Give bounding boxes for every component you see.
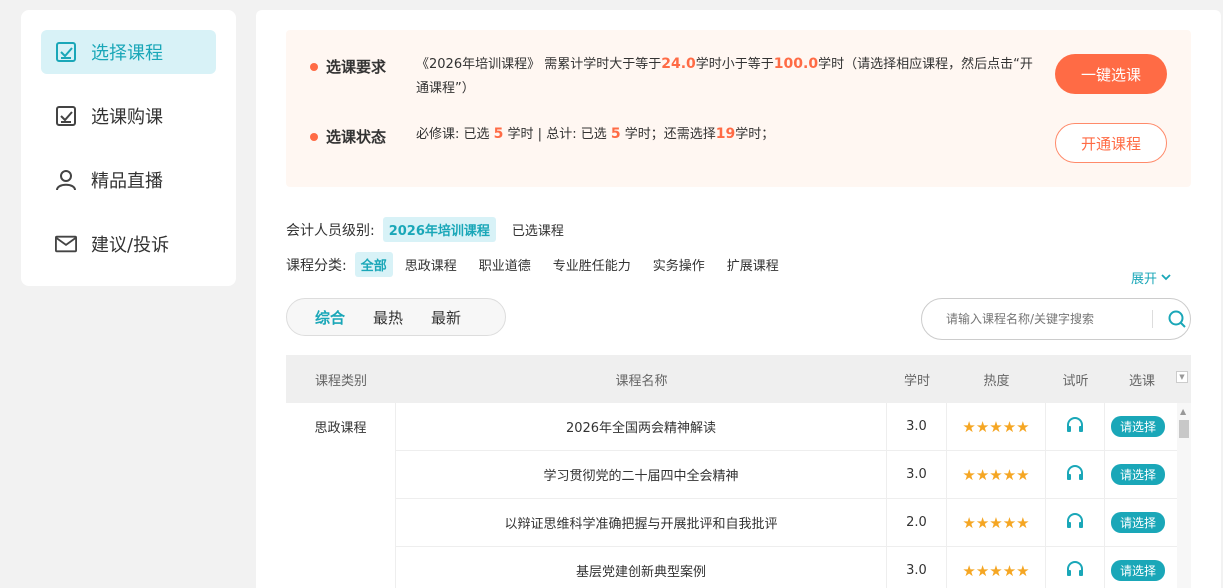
search-icon[interactable] [1167,309,1187,329]
rating-stars: ★★★★★ [962,417,1030,436]
requirement-min-hours: 24.0 [661,56,696,72]
level-option-2026[interactable]: 2026年培训课程 [382,217,496,242]
header-select: 选课 [1129,373,1156,389]
sidebar-item-label: 建议/投诉 [91,235,170,256]
category-option-competence[interactable]: 专业胜任能力 [547,252,637,277]
sidebar-item-label: 选择课程 [91,43,163,64]
expand-label: 展开 [1130,272,1157,287]
requirement-row: 选课要求 《2026年培训课程》 需累计学时大于等于24.0学时小于等于100.… [310,56,1036,101]
table-body: 思政课程 2026年全国两会精神解读 3.0 ★★★★★ 请选择 学习贯彻党的二… [286,403,1191,588]
one-click-select-button[interactable]: 一键选课 [1055,54,1167,94]
course-hours: 3.0 [887,403,947,451]
chevron-down-icon [1161,270,1171,285]
header-category: 课程类别 [314,373,367,389]
sidebar-item-live[interactable]: 精品直播 [41,158,216,202]
table-row: 学习贯彻党的二十届四中全会精神 3.0 ★★★★★ 请选择 [286,451,1191,499]
course-hours: 3.0 [887,547,947,588]
requirement-mid: 学时小于等于 [695,57,774,72]
category-option-practice[interactable]: 实务操作 [647,252,711,277]
category-filter: 课程分类: 全部 思政课程 职业道德 专业胜任能力 实务操作 扩展课程 [286,252,795,277]
status-label-b: 学时 | 总计: 已选 [507,127,607,142]
sort-tabs: 综合 最热 最新 [286,298,506,336]
sidebar-item-label: 选课购课 [91,107,163,128]
tab-hottest[interactable]: 最热 [373,307,403,328]
main-panel: 选课要求 《2026年培训课程》 需累计学时大于等于24.0学时小于等于100.… [256,10,1221,588]
table-row: 2026年全国两会精神解读 3.0 ★★★★★ 请选择 [286,403,1191,451]
search-box [921,298,1191,340]
search-divider [1152,310,1153,328]
select-course-button[interactable]: 请选择 [1111,560,1166,581]
status-title: 选课状态 [326,128,387,146]
scroll-thumb[interactable] [1179,420,1189,438]
header-preview: 试听 [1062,373,1089,389]
bullet-dot [310,133,318,141]
category-option-politics[interactable]: 思政课程 [399,252,463,277]
status-label-c: 学时；还需选择 [624,127,716,142]
level-filter: 会计人员级别: 2026年培训课程 已选课程 [286,217,580,242]
status-remaining: 19 [715,126,736,142]
search-input[interactable] [946,312,1146,326]
category-option-all[interactable]: 全部 [354,252,393,277]
course-name[interactable]: 以辩证思维科学准确把握与开展批评和自我批评 [396,499,887,547]
select-course-button[interactable]: 请选择 [1111,464,1166,485]
mail-icon [55,233,77,255]
scroll-up-arrow-icon[interactable]: ▲ [1180,407,1186,416]
requirement-title: 选课要求 [326,58,387,76]
sidebar-item-label: 精品直播 [91,171,163,192]
rating-stars: ★★★★★ [962,561,1030,580]
headphones-icon[interactable] [1066,512,1084,534]
level-filter-label: 会计人员级别: [286,222,375,239]
header-popularity: 热度 [983,373,1010,389]
course-table: 课程类别 课程名称 学时 热度 试听 选课 ▼ 思政课程 2026年全国两会精神… [286,355,1191,588]
open-course-button[interactable]: 开通课程 [1055,123,1167,163]
user-icon [55,169,77,191]
status-total-selected: 5 [610,126,621,142]
header-name: 课程名称 [615,373,668,389]
tab-newest[interactable]: 最新 [431,307,461,328]
headphones-icon[interactable] [1066,416,1084,438]
sidebar-item-purchase-course[interactable]: 选课购课 [41,94,216,138]
header-hours: 学时 [903,373,930,389]
status-required-selected: 5 [493,126,504,142]
select-course-button[interactable]: 请选择 [1111,512,1166,533]
table-row: 基层党建创新典型案例 3.0 ★★★★★ 请选择 [286,547,1191,588]
status-label-a: 必修课: 已选 [416,127,490,142]
status-row: 选课状态 必修课: 已选 5 学时 | 总计: 已选 5 学时；还需选择19学时… [310,126,1036,147]
requirement-box: 选课要求 《2026年培训课程》 需累计学时大于等于24.0学时小于等于100.… [286,30,1191,187]
rating-stars: ★★★★★ [962,465,1030,484]
level-option-selected[interactable]: 已选课程 [506,217,570,242]
category-filter-label: 课程分类: [286,257,347,274]
headphones-icon[interactable] [1066,560,1084,582]
tab-comprehensive[interactable]: 综合 [315,307,345,328]
sidebar-item-feedback[interactable]: 建议/投诉 [41,222,216,266]
course-name[interactable]: 基层党建创新典型案例 [396,547,887,588]
status-label-d: 学时； [735,127,775,142]
expand-toggle[interactable]: 展开 [1131,268,1171,287]
sidebar-item-select-course[interactable]: 选择课程 [41,30,216,74]
requirement-max-hours: 100.0 [773,56,819,72]
category-cell: 思政课程 [286,403,396,588]
course-name[interactable]: 2026年全国两会精神解读 [396,403,887,451]
table-scrollbar[interactable]: ▲ [1177,403,1191,588]
bullet-dot [310,63,318,71]
checkbox-icon [55,105,77,127]
course-hours: 2.0 [887,499,947,547]
category-option-extension[interactable]: 扩展课程 [721,252,785,277]
sidebar: 选择课程 选课购课 精品直播 建议/投诉 [21,10,236,286]
rating-stars: ★★★★★ [962,513,1030,532]
course-name[interactable]: 学习贯彻党的二十届四中全会精神 [396,451,887,499]
requirement-text: 《2026年培训课程》 需累计学时大于等于24.0学时小于等于100.0学时（请… [416,52,1036,101]
category-option-ethics[interactable]: 职业道德 [473,252,537,277]
headphones-icon[interactable] [1066,464,1084,486]
checkbox-icon [55,41,77,63]
status-text: 必修课: 已选 5 学时 | 总计: 已选 5 学时；还需选择19学时； [416,122,1036,147]
requirement-prefix: 《2026年培训课程》 需累计学时大于等于 [416,57,662,72]
column-dropdown-icon[interactable]: ▼ [1176,371,1188,383]
table-row: 以辩证思维科学准确把握与开展批评和自我批评 2.0 ★★★★★ 请选择 [286,499,1191,547]
course-hours: 3.0 [887,451,947,499]
select-course-button[interactable]: 请选择 [1111,416,1166,437]
table-header: 课程类别 课程名称 学时 热度 试听 选课 ▼ [286,355,1191,403]
